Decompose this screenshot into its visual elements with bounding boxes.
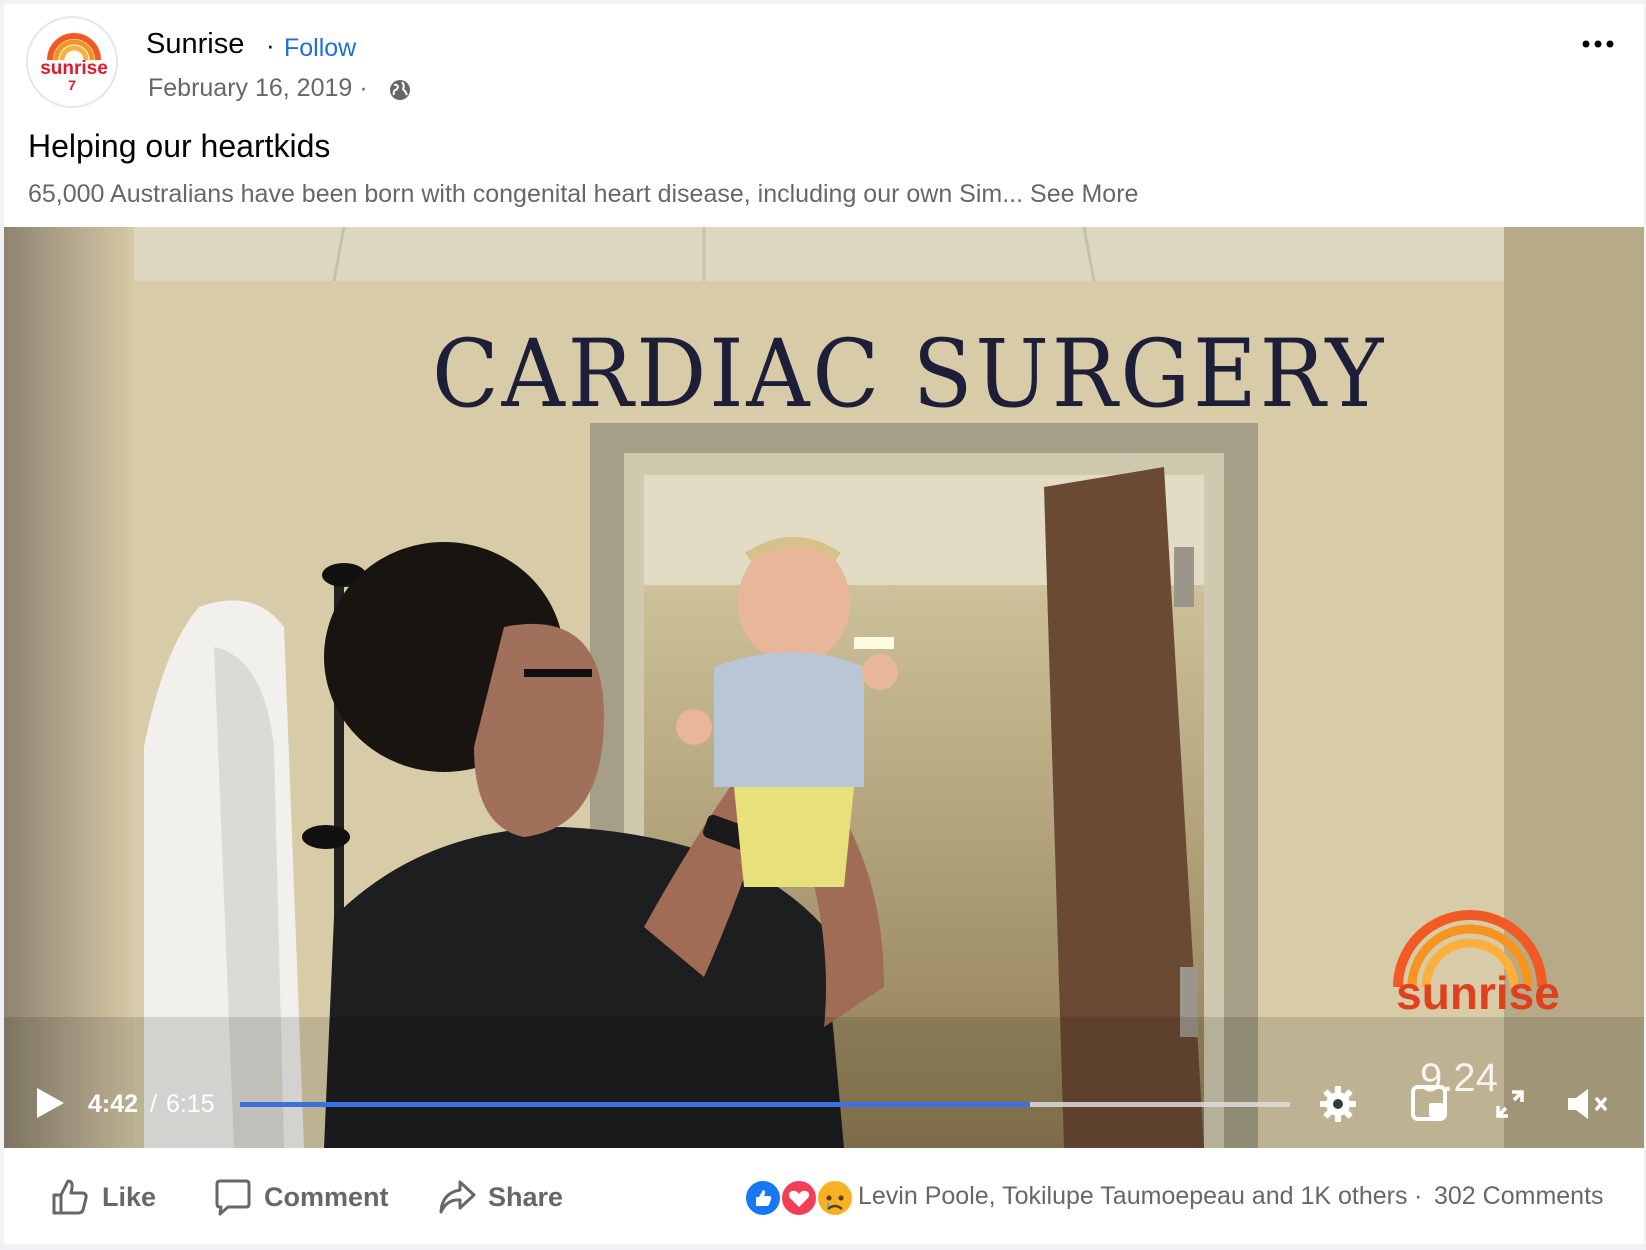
comment-button[interactable]: Comment — [214, 1174, 389, 1220]
like-label: Like — [102, 1181, 157, 1212]
stats-separator: · — [1414, 1182, 1423, 1210]
video-watermark-text: sunrise — [1396, 967, 1560, 1019]
page-avatar[interactable]: sunrise 7 — [26, 16, 118, 108]
post-title: Helping our heartkids — [28, 128, 331, 164]
play-icon[interactable] — [34, 1086, 66, 1120]
mute-icon[interactable] — [1566, 1086, 1614, 1122]
comment-label: Comment — [264, 1181, 389, 1212]
more-options-icon[interactable] — [1578, 24, 1618, 64]
sad-icon — [816, 1179, 854, 1217]
header-separator: · — [266, 30, 275, 60]
comments-count[interactable]: 302 Comments — [1434, 1182, 1604, 1211]
post-description: 65,000 Australians have been born with c… — [28, 180, 1138, 209]
page-name[interactable]: Sunrise — [146, 28, 244, 61]
share-icon — [439, 1180, 476, 1214]
love-icon — [780, 1179, 818, 1217]
thumbs-up-icon — [52, 1179, 88, 1215]
share-label: Share — [488, 1181, 564, 1212]
post-date[interactable]: February 16, 2019 · — [148, 74, 368, 103]
globe-icon — [388, 78, 412, 102]
miniplayer-icon[interactable] — [1410, 1084, 1448, 1122]
video-time-current: 4:42 — [88, 1090, 139, 1118]
post-description-text: 65,000 Australians have been born with c… — [28, 180, 1024, 208]
sunrise-logo: sunrise 7 — [40, 33, 108, 93]
avatar-logo-text: sunrise — [40, 58, 108, 79]
like-icon — [744, 1179, 782, 1217]
settings-icon[interactable] — [1318, 1084, 1358, 1124]
video-sign-text: CARDIAC SURGERY — [432, 320, 1387, 429]
reaction-names[interactable]: Levin Poole, Tokilupe Taumoepeau and 1K … — [858, 1182, 1407, 1211]
like-button[interactable]: Like — [50, 1174, 156, 1220]
see-more-link[interactable]: See More — [1030, 180, 1138, 208]
video-time-total: 6:15 — [166, 1090, 215, 1118]
video-progress-fill — [240, 1102, 1030, 1107]
avatar-logo-seven: 7 — [68, 77, 76, 93]
video-time-separator: / — [150, 1090, 157, 1118]
video-progress-bar[interactable] — [240, 1102, 1290, 1107]
share-button[interactable]: Share — [438, 1174, 563, 1220]
reaction-icons[interactable] — [744, 1178, 854, 1218]
comment-icon — [215, 1179, 251, 1216]
fullscreen-icon[interactable] — [1494, 1088, 1526, 1120]
follow-button[interactable]: Follow — [284, 34, 356, 63]
